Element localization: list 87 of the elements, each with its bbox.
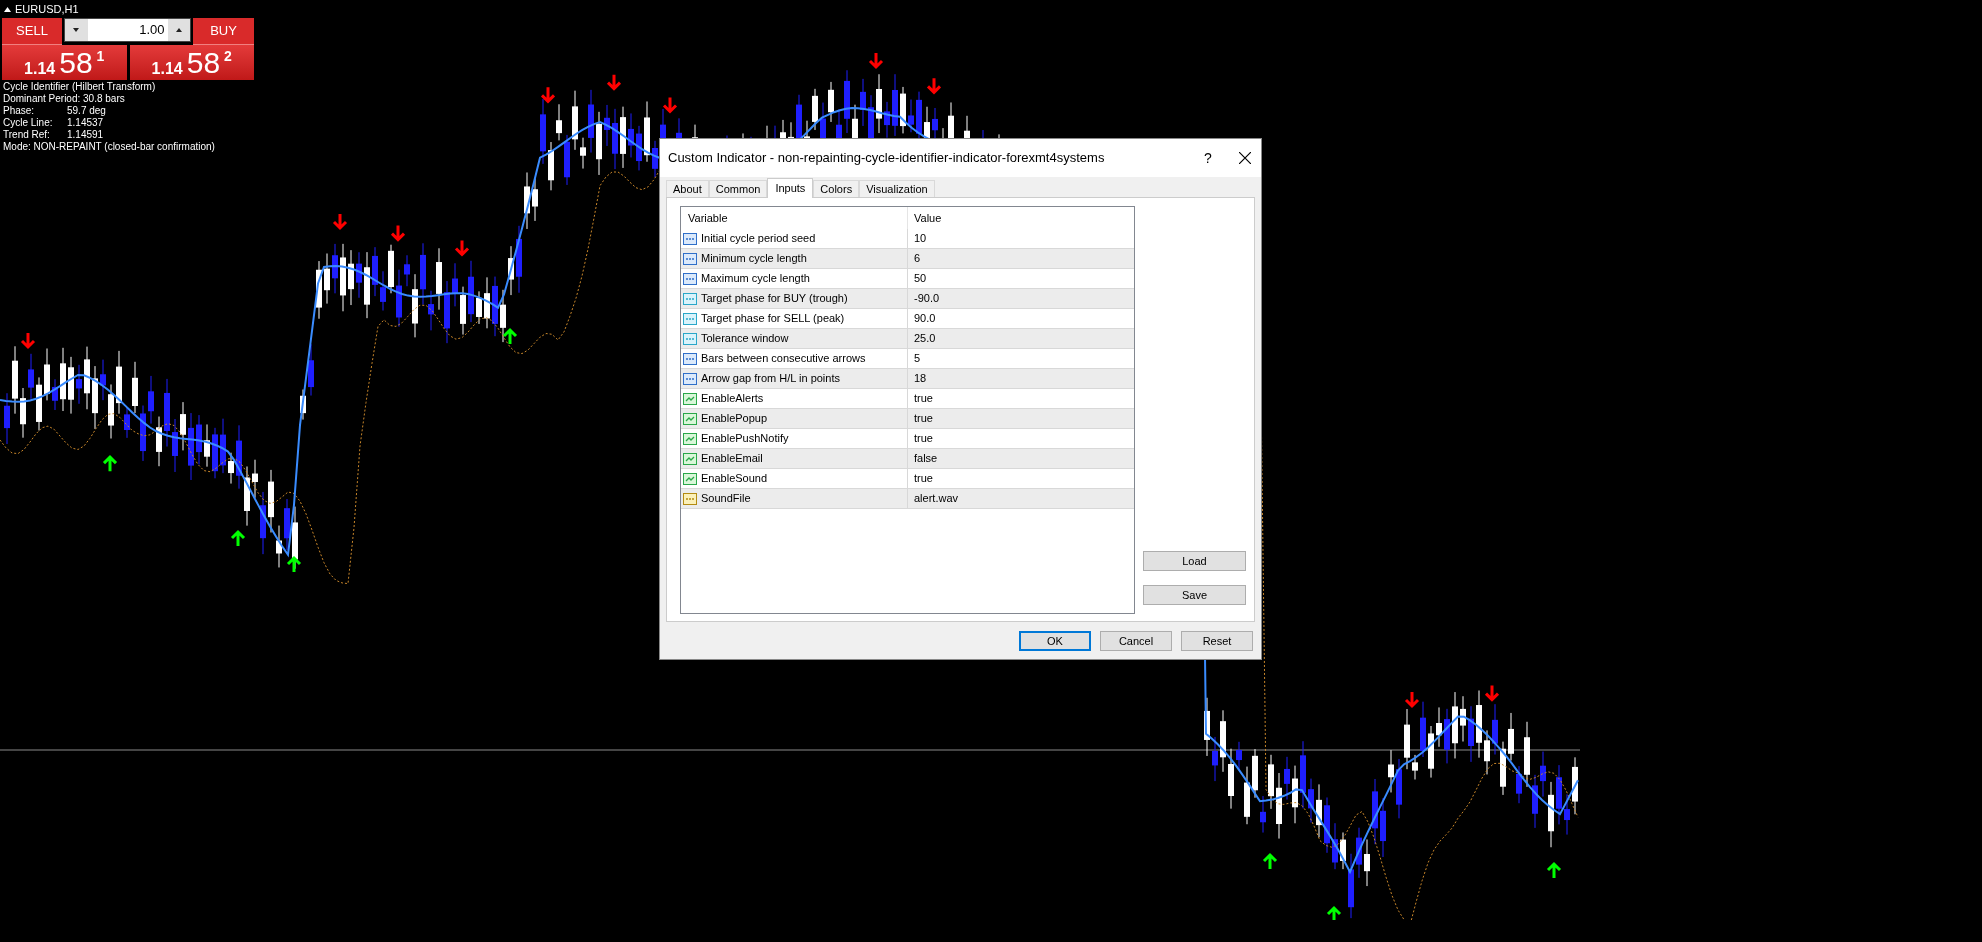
indicator-info-label: Dominant Period: 30.8 bars	[3, 93, 125, 105]
type-icon	[683, 452, 697, 465]
variable-name: Target phase for SELL (peak)	[701, 311, 845, 327]
sell-arrow-icon	[926, 76, 942, 95]
side-button[interactable]: Load	[1143, 551, 1246, 571]
sell-arrow-icon	[606, 73, 622, 91]
buy-arrow-icon	[1546, 861, 1562, 880]
buy-arrow-icon	[502, 327, 518, 346]
indicator-info-label: Phase:	[3, 105, 36, 117]
dialog-tab[interactable]: Common	[708, 180, 768, 197]
variable-value[interactable]: 6	[908, 249, 1134, 268]
variable-value[interactable]: true	[908, 429, 1134, 448]
sell-arrow-icon	[332, 212, 348, 231]
type-icon	[683, 492, 697, 505]
buy-arrow-icon	[230, 529, 246, 548]
variable-value[interactable]: 90.0	[908, 309, 1134, 328]
variable-name: Target phase for BUY (trough)	[701, 291, 848, 307]
buy-arrow-icon	[102, 455, 118, 473]
sell-button[interactable]: SELL	[2, 18, 62, 45]
collapse-triangle-icon[interactable]	[4, 6, 11, 12]
indicator-info-label: Cycle Line:	[3, 117, 54, 129]
dialog-title: Custom Indicator - non-repainting-cycle-identifier-indicator-forexmt4systems	[668, 149, 1106, 168]
chart-symbol: EURUSD,H1	[15, 1, 79, 17]
indicator-info-value: 1.14537	[67, 117, 104, 129]
type-icon	[683, 352, 697, 365]
variable-name: Maximum cycle length	[701, 271, 810, 287]
side-button[interactable]: Save	[1143, 585, 1246, 605]
type-icon	[683, 232, 697, 245]
dialog-tab[interactable]: About	[666, 180, 709, 197]
variable-name: Tolerance window	[701, 331, 789, 347]
sell-arrow-icon	[1404, 690, 1420, 709]
type-icon	[683, 312, 697, 325]
variable-name: EnablePushNotify	[701, 431, 789, 447]
variable-value[interactable]: 18	[908, 369, 1134, 388]
type-icon	[683, 272, 697, 285]
variable-name: Arrow gap from H/L in points	[701, 371, 840, 387]
variable-name: EnableEmail	[701, 451, 763, 467]
sell-arrow-icon	[390, 224, 406, 242]
dialog-button[interactable]: Reset	[1181, 631, 1253, 651]
type-icon	[683, 252, 697, 265]
variable-name: EnablePopup	[701, 411, 768, 427]
indicator-info-label: Cycle Identifier (Hilbert Transform)	[3, 81, 156, 93]
sell-arrow-icon	[868, 51, 884, 70]
variable-name: SoundFile	[701, 491, 751, 507]
dialog-button[interactable]: OK	[1019, 631, 1091, 651]
variable-name: EnableAlerts	[701, 391, 764, 407]
type-icon	[683, 332, 697, 345]
dialog-tab[interactable]: Inputs	[767, 178, 814, 198]
variable-value[interactable]: alert.wav	[908, 489, 1134, 508]
variable-value[interactable]: true	[908, 389, 1134, 408]
variable-value[interactable]: 25.0	[908, 329, 1134, 348]
type-icon	[683, 432, 697, 445]
indicator-info-value: 1.14591	[67, 129, 104, 141]
buy-arrow-icon	[1326, 905, 1342, 920]
sell-arrow-icon	[454, 239, 470, 257]
indicator-info-label: Mode: NON-REPAINT (closed-bar confirmation)	[3, 141, 215, 153]
type-icon	[683, 292, 697, 305]
variable-name: EnableSound	[701, 471, 768, 487]
type-icon	[683, 372, 697, 385]
indicator-info-label: Trend Ref:	[3, 129, 51, 141]
buy-button[interactable]: BUY	[193, 18, 254, 45]
variable-value[interactable]: 5	[908, 349, 1134, 368]
type-icon	[683, 392, 697, 405]
dialog-button[interactable]: Cancel	[1100, 631, 1172, 651]
variable-value[interactable]: true	[908, 409, 1134, 428]
buy-arrow-icon	[1262, 852, 1278, 871]
variable-name: Bars between consecutive arrows	[701, 351, 866, 367]
variable-value[interactable]: 10	[908, 229, 1134, 248]
variable-value[interactable]: -90.0	[908, 289, 1134, 308]
sell-arrow-icon	[662, 96, 678, 114]
buy-arrow-icon	[286, 555, 302, 574]
sell-arrow-icon	[20, 331, 36, 350]
variable-name: Initial cycle period seed	[701, 231, 816, 247]
sell-arrow-icon	[1484, 684, 1500, 702]
variable-value[interactable]: 50	[908, 269, 1134, 288]
close-icon[interactable]	[1239, 152, 1251, 164]
dialog-tab[interactable]: Colors	[813, 180, 860, 197]
variable-value[interactable]: true	[908, 469, 1134, 488]
variable-value[interactable]: false	[908, 449, 1134, 468]
type-icon	[683, 412, 697, 425]
indicator-info-value: 59.7 deg	[67, 105, 106, 117]
help-button[interactable]: ?	[1193, 147, 1223, 169]
sell-arrow-icon	[540, 85, 556, 104]
variable-name: Minimum cycle length	[701, 251, 807, 267]
column-header[interactable]: Value	[908, 207, 1134, 229]
dialog-tab[interactable]: Visualization	[859, 180, 935, 197]
type-icon	[683, 472, 697, 485]
